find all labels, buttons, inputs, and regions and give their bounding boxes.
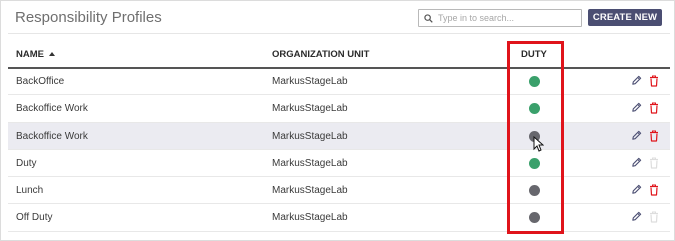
edit-pencil-icon[interactable]: [631, 211, 642, 222]
profile-name: Duty: [16, 157, 37, 169]
profile-name: Off Duty: [16, 212, 53, 224]
table-row[interactable]: Duty MarkusStageLab: [8, 150, 670, 178]
column-header-organization-unit[interactable]: ORGANIZATION UNIT: [272, 49, 369, 60]
profile-name: Lunch: [16, 185, 44, 197]
table-body: BackOffice MarkusStageLab Backoffice Work M…: [8, 68, 670, 232]
search-icon: [424, 13, 433, 23]
column-header-name[interactable]: NAME: [16, 49, 55, 60]
delete-trash-icon[interactable]: [649, 102, 659, 114]
organization-unit: MarkusStageLab: [272, 103, 348, 115]
delete-trash-icon[interactable]: [649, 130, 659, 142]
column-header-name-label: NAME: [16, 49, 44, 60]
search-input[interactable]: [433, 11, 573, 25]
table-row[interactable]: Off Duty MarkusStageLab: [8, 204, 670, 232]
edit-pencil-icon[interactable]: [631, 75, 642, 86]
page-title: Responsibility Profiles: [15, 9, 162, 26]
edit-pencil-icon[interactable]: [631, 130, 642, 141]
edit-pencil-icon[interactable]: [631, 157, 642, 168]
profile-name: BackOffice: [16, 76, 65, 87]
table-row[interactable]: BackOffice MarkusStageLab: [8, 68, 670, 96]
delete-trash-icon: [650, 157, 658, 169]
profile-name: Backoffice Work: [16, 130, 88, 142]
organization-unit: MarkusStageLab: [272, 157, 348, 169]
delete-trash-icon[interactable]: [649, 75, 659, 87]
header-divider: [8, 33, 670, 34]
organization-unit: MarkusStageLab: [272, 76, 348, 87]
organization-unit: MarkusStageLab: [272, 212, 348, 224]
table-row[interactable]: Backoffice Work MarkusStageLab: [8, 122, 670, 150]
delete-trash-icon[interactable]: [649, 184, 659, 196]
create-new-button[interactable]: CREATE NEW: [588, 9, 662, 26]
organization-unit: MarkusStageLab: [272, 130, 348, 142]
sort-ascending-icon: [48, 52, 55, 56]
delete-trash-icon: [650, 211, 658, 224]
table-row[interactable]: Backoffice Work MarkusStageLab: [8, 95, 670, 123]
edit-pencil-icon[interactable]: [631, 102, 642, 113]
search-box[interactable]: [418, 9, 582, 27]
edit-pencil-icon[interactable]: [631, 184, 642, 195]
table-row[interactable]: Lunch MarkusStageLab: [8, 177, 670, 205]
mouse-cursor-icon: [533, 136, 544, 152]
organization-unit: MarkusStageLab: [272, 185, 348, 197]
profile-name: Backoffice Work: [16, 103, 88, 115]
